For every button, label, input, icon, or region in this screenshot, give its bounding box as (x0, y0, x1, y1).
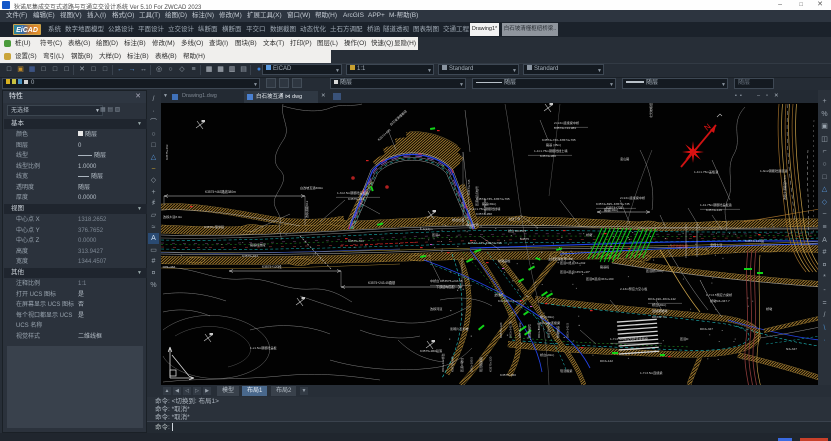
svg-text:K3575: K3575 (520, 237, 529, 241)
svg-text:匝道D: 匝道D (680, 336, 689, 341)
svg-text:K3575+443: K3575+443 (348, 197, 364, 201)
svg-text:桥墩N3+347.7: 桥墩N3+347.7 (710, 298, 730, 303)
svg-text:下部结构匹配: 下部结构匹配 (436, 284, 455, 289)
svg-text:连续梁桥墩: 连续梁桥墩 (652, 308, 667, 313)
svg-text:K3575+980: K3575+980 (547, 322, 551, 338)
svg-text:北光坡枢纽A匝道起点: 北光坡枢纽A匝道起点 (648, 103, 653, 118)
svg-text:K3575+960段落: K3575+960段落 (420, 348, 443, 353)
svg-text:匝道桥(20m): 匝道桥(20m) (646, 268, 663, 273)
svg-text:匝道C终点K3+242: 匝道C终点K3+242 (560, 260, 586, 265)
svg-text:K3575+180: K3575+180 (483, 198, 487, 214)
svg-text:K3574+735: K3574+735 (467, 179, 471, 195)
svg-text:匝道A起点K3574+43*: 匝道A起点K3574+43* (560, 269, 591, 274)
svg-text:N3+347: N3+347 (786, 347, 797, 351)
svg-text:桥台位置: 桥台位置 (452, 217, 464, 222)
svg-text:改移乡道8.0m: 改移乡道8.0m (163, 214, 183, 219)
svg-text:1-7×3.5m连续梁: 1-7×3.5m连续梁 (640, 370, 662, 375)
svg-text:匝道C墩柱: 匝道C墩柱 (459, 358, 464, 372)
svg-text:K3574+730~K3574+765: K3574+730~K3574+765 (542, 138, 576, 142)
svg-text:路基段: 路基段 (600, 264, 609, 269)
svg-text:桥台 DK3575: 桥台 DK3575 (508, 228, 527, 233)
svg-text:桥墩基桩: 桥墩基桩 (498, 258, 510, 263)
svg-text:匝道A: 匝道A (432, 232, 441, 237)
svg-text:1-7×3.5预应力梁桥: 1-7×3.5预应力梁桥 (706, 292, 732, 297)
svg-text:K3574+960: K3574+960 (540, 154, 556, 158)
svg-text:1-4×1.75m盖板涵: 1-4×1.75m盖板涵 (694, 169, 718, 174)
svg-text:DK3+190~DK3+142: DK3+190~DK3+142 (648, 297, 676, 301)
svg-text:DK3+190.5: DK3+190.5 (470, 357, 474, 372)
svg-text:K3575+243.45路基: K3575+243.45路基 (368, 280, 396, 285)
svg-text:K3574+695~K3574+735: K3574+695~K3574+735 (596, 202, 630, 206)
svg-text:K3575+120: K3575+120 (499, 322, 503, 338)
svg-text:K3575+320: K3575+320 (489, 356, 493, 372)
svg-text:1-41.75m钢筋砼盖板涵: 1-41.75m钢筋砼盖板涵 (700, 202, 732, 207)
svg-text:K3574+735~K3574+765: K3574+735~K3574+765 (468, 241, 502, 245)
svg-text:2×13m连续梁中桥: 2×13m连续梁中桥 (554, 120, 579, 125)
svg-text:K3574+724.984: K3574+724.984 (554, 126, 576, 130)
svg-text:DK342.7m: DK342.7m (652, 315, 667, 319)
svg-text:路基 (35m): 路基 (35m) (546, 142, 561, 147)
svg-text:DK3+242.75: DK3+242.75 (509, 321, 513, 338)
svg-text:桥墩: 桥墩 (586, 232, 592, 237)
svg-text:K3575+463路线380m: K3575+463路线380m (205, 189, 236, 194)
svg-text:1-7×3.5m预应力砼连续箱梁: 1-7×3.5m预应力砼连续箱梁 (610, 336, 648, 341)
svg-text:DK3+142: DK3+142 (600, 359, 613, 363)
svg-text:K3575+463: K3575+463 (242, 254, 258, 258)
svg-text:凌翔大道: 凌翔大道 (710, 242, 722, 247)
svg-text:1-x1.5m钢筋砼盖板: 1-x1.5m钢筋砼盖板 (250, 345, 277, 350)
svg-text:1-4×1.75m钢筋砼挡土墙: 1-4×1.75m钢筋砼挡土墙 (534, 148, 567, 153)
svg-text:K3574+735~K3574+765: K3574+735~K3574+765 (476, 197, 510, 201)
svg-text:K3575+120段: K3575+120段 (262, 264, 282, 269)
svg-text:K3574+126: K3574+126 (706, 208, 722, 212)
svg-text:K3575+960: K3575+960 (451, 356, 455, 372)
svg-text:K3575+463: K3575+463 (165, 144, 169, 160)
svg-text:浆砌片石护坡: 浆砌片石护坡 (450, 326, 469, 331)
svg-text:桥台(20m): 桥台(20m) (540, 352, 554, 357)
svg-text:桥墩桩基: 桥墩桩基 (555, 326, 560, 338)
svg-text:主线下穿: 主线下穿 (508, 216, 520, 221)
svg-text:路基标准段: 路基标准段 (250, 242, 265, 247)
svg-text:K3575+960: K3575+960 (500, 373, 516, 377)
svg-text:桥台(30m): 桥台(30m) (540, 314, 554, 319)
svg-text:改移道路K12: 改移道路K12 (304, 200, 309, 218)
svg-text:2×13m连续梁中桥: 2×13m连续梁中桥 (620, 195, 645, 200)
svg-text:主线桥: 主线桥 (494, 292, 503, 297)
svg-text:中心桩号: 中心桩号 (466, 222, 478, 227)
svg-text:桥墩: 桥墩 (766, 306, 772, 311)
svg-text:1-3m2钢筋砼通道涵: 1-3m2钢筋砼通道涵 (760, 168, 787, 173)
svg-text:匝道B起点DK3+190: 匝道B起点DK3+190 (586, 276, 614, 281)
svg-text:现浇箱梁: 现浇箱梁 (560, 368, 572, 373)
svg-text:匝道B桩号: 匝道B桩号 (527, 324, 532, 338)
svg-text:1-4(13)m: 1-4(13)m (420, 227, 433, 231)
svg-text:1-#红线标注段: 1-#红线标注段 (668, 243, 688, 248)
svg-text:1-3×2.5m钢筋砼盖板涵: 1-3×2.5m钢筋砼盖板涵 (337, 190, 369, 195)
svg-text:375+463: 375+463 (163, 265, 175, 269)
svg-text:白改坡互通300m: 白改坡互通300m (300, 185, 324, 190)
svg-text:K3574+126涵: K3574+126涵 (745, 238, 764, 243)
svg-text:DK3+190梁: DK3+190梁 (536, 322, 541, 338)
svg-text:凌山路: 凌山路 (620, 156, 629, 161)
svg-text:路基(40m): 路基(40m) (604, 207, 618, 212)
svg-text:现浇箱梁段: 现浇箱梁段 (478, 357, 483, 372)
svg-text:2-13m预应力空心板: 2-13m预应力空心板 (620, 286, 647, 291)
svg-text:K3575+毫米段: K3575+毫米段 (204, 224, 224, 229)
svg-text:中桥台 DK3575+243.45: 中桥台 DK3575+243.45 (430, 278, 463, 283)
svg-text:匝道A起点桩号: 匝道A起点桩号 (474, 186, 479, 206)
svg-text:DK3+142.5: DK3+142.5 (566, 323, 570, 338)
svg-text:K3575+320: K3575+320 (348, 239, 364, 243)
svg-text:K3+190~K3+242: K3+190~K3+242 (498, 299, 522, 303)
svg-text:桥台(30m): 桥台(30m) (652, 302, 666, 307)
svg-text:DK3+347: DK3+347 (700, 327, 713, 331)
svg-text:DK3+142桥台: DK3+142桥台 (440, 353, 445, 372)
svg-text:改移乡道路基8.5m: 改移乡道路基8.5m (782, 175, 787, 200)
svg-text:改移河道: 改移河道 (430, 306, 442, 311)
